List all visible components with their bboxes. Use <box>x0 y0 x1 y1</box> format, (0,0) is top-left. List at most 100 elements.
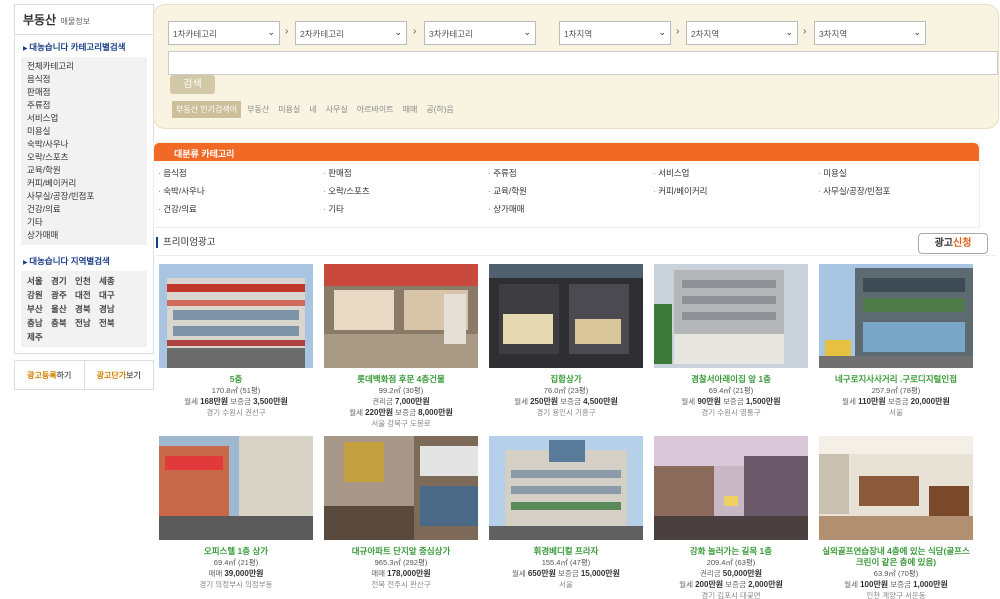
category-link[interactable]: 서비스업 <box>653 166 818 180</box>
category-link[interactable]: 교육/학원 <box>488 184 653 198</box>
category2-select[interactable]: 2차카테고리 ⌄ <box>295 21 407 45</box>
region-link[interactable]: 경기 <box>51 275 75 287</box>
listing-area: 99.2㎡ (30평) <box>378 386 424 395</box>
popular-keyword[interactable]: 부동산 <box>247 104 269 115</box>
ad-register-suffix: 하기 <box>56 370 72 380</box>
deposit-label: 보증금 <box>723 397 744 406</box>
category-link[interactable]: 숙박/사우나 <box>158 184 323 198</box>
region-link[interactable]: 충북 <box>51 317 75 329</box>
popular-keyword[interactable]: 네 <box>309 104 316 115</box>
ad-apply-button[interactable]: 광고신청 <box>918 233 988 254</box>
listing-card[interactable]: 경찰서아래이집 앞 1층 69.4㎡ (21평) 월세 90만원 보증금 1,5… <box>654 264 808 418</box>
listing-title: 롯데백화점 후문 4층건물 <box>357 374 445 384</box>
deposit-value: 15,000만원 <box>580 569 621 578</box>
region-link[interactable]: 대전 <box>75 289 99 301</box>
region-link[interactable]: 강원 <box>27 289 51 301</box>
listing-card[interactable]: 오피스텔 1층 상가 69.4㎡ (21평) 매매 39,000만원 경기 의정… <box>159 436 313 590</box>
popular-keyword[interactable]: 매매 <box>403 104 418 115</box>
deposit-value: 1,500만원 <box>745 397 781 406</box>
region-link[interactable]: 부산 <box>27 303 51 315</box>
category-link[interactable]: 사무실/공장/빈점포 <box>818 184 983 198</box>
region-link[interactable]: 충남 <box>27 317 51 329</box>
deposit-value: 8,000만원 <box>418 408 453 417</box>
listing-title: 강화 놀러가는 길목 1층 <box>689 546 773 556</box>
region-link[interactable]: 서울 <box>27 275 51 287</box>
region-link[interactable]: 세종 <box>99 275 123 287</box>
listing-photo <box>489 436 643 540</box>
sidebar-category-item[interactable]: 숙박/사우나 <box>27 138 141 151</box>
popular-keyword[interactable]: 사무실 <box>326 104 348 115</box>
listing-card[interactable]: 강화 놀러가는 길목 1층 209.4㎡ (63평) 권리금 50,000만원 … <box>654 436 808 599</box>
category-link[interactable]: 상가매매 <box>488 202 653 216</box>
listing-area: 965.3㎡ (292평) <box>374 558 428 567</box>
price-value: 39,000만원 <box>224 569 264 578</box>
listing-card[interactable]: 롯데백화점 후문 4층건물 99.2㎡ (30평) 권리금 7,000만원 월세… <box>324 264 478 429</box>
main-category-box: 대분류 카테고리 음식점 판매점 주류점 서비스업 미용실 숙박/사우나 오락/… <box>153 142 980 228</box>
ad-apply-prefix: 광고 <box>934 238 953 249</box>
listing-card[interactable]: 네구로지사사거리 .구로디지털인접 257.9㎡ (78평) 월세 110만원 … <box>819 264 973 418</box>
category-link[interactable]: 미용실 <box>818 166 983 180</box>
sidebar-category-item[interactable]: 주류점 <box>27 99 141 112</box>
deposit-value: 4,500만원 <box>583 397 618 406</box>
sidebar-category-item[interactable]: 미용실 <box>27 125 141 138</box>
listing-location: 경기 수원시 권선구 <box>206 408 266 417</box>
listing-price: 매매 178,000만원 <box>324 568 478 579</box>
premium-section-title: 프리미엄광고 <box>156 237 215 248</box>
region-link[interactable]: 인천 <box>75 275 99 287</box>
price-label: 월세 <box>844 580 858 589</box>
price-label: 매매 <box>208 569 223 578</box>
chevron-right-icon: › <box>676 26 680 37</box>
region-link[interactable]: 전북 <box>99 317 123 329</box>
deposit-label: 보증금 <box>887 397 909 406</box>
sidebar-category-item[interactable]: 음식점 <box>27 73 141 86</box>
category-link[interactable]: 주류점 <box>488 166 653 180</box>
category-link[interactable]: 음식점 <box>158 166 323 180</box>
sidebar-category-item[interactable]: 상가매매 <box>27 229 141 242</box>
region-link[interactable]: 제주 <box>27 331 51 343</box>
sidebar-category-item[interactable]: 오락/스포츠 <box>27 151 141 164</box>
region-link[interactable]: 전남 <box>75 317 99 329</box>
listing-price-2: 월세 220만원 보증금 8,000만원 <box>324 407 478 418</box>
popular-keyword[interactable]: 아르바이트 <box>357 104 394 115</box>
sidebar-category-item[interactable]: 사무실/공장/빈점포 <box>27 190 141 203</box>
sidebar-category-item[interactable]: 커피/베이커리 <box>27 177 141 190</box>
sidebar-category-item[interactable]: 교육/학원 <box>27 164 141 177</box>
listing-card[interactable]: 집합상가 76.0㎡ (23평) 월세 250만원 보증금 4,500만원 경기… <box>489 264 643 418</box>
listing-photo <box>324 436 478 540</box>
deposit-label: 보증금 <box>230 397 251 406</box>
region-link[interactable]: 광주 <box>51 289 75 301</box>
category-link[interactable]: 커피/베이커리 <box>653 184 818 198</box>
sidebar-category-item[interactable]: 판매점 <box>27 86 141 99</box>
sidebar-title: 부동산 <box>23 13 57 27</box>
popular-keyword[interactable]: 공(하)음 <box>426 104 453 115</box>
popular-keyword[interactable]: 미용실 <box>278 104 300 115</box>
sidebar-category-item[interactable]: 기타 <box>27 216 141 229</box>
category-link[interactable]: 판매점 <box>323 166 488 180</box>
ad-price-button[interactable]: 광고단가 보기 <box>83 361 154 389</box>
category-link[interactable]: 기타 <box>323 202 488 216</box>
sidebar-category-item[interactable]: 건강/의료 <box>27 203 141 216</box>
listing-card[interactable]: 실외골프연습장내 4층에 있는 식당(골프스크린이 같은 층에 있음) 63.9… <box>819 436 973 599</box>
region-link[interactable]: 경북 <box>75 303 99 315</box>
chevron-right-icon: › <box>413 26 417 37</box>
category3-select[interactable]: 3차카테고리 ⌄ <box>424 21 536 45</box>
listing-card[interactable]: 5층 170.8㎡ (51평) 월세 168만원 보증금 3,500만원 경기 … <box>159 264 313 418</box>
category1-select[interactable]: 1차카테고리 ⌄ <box>168 21 280 45</box>
region3-select[interactable]: 3차지역 ⌄ <box>814 21 926 45</box>
listing-photo <box>159 264 313 368</box>
region2-select[interactable]: 2차지역 ⌄ <box>686 21 798 45</box>
listing-card[interactable]: 휘경베디컬 프라자 155.4㎡ (47평) 월세 650만원 보증금 15,0… <box>489 436 643 590</box>
category-link[interactable]: 오락/스포츠 <box>323 184 488 198</box>
region-link[interactable]: 경남 <box>99 303 123 315</box>
search-input[interactable] <box>168 51 998 75</box>
region-link[interactable]: 대구 <box>99 289 123 301</box>
price2-value: 200만원 <box>695 580 724 589</box>
region1-select[interactable]: 1차지역 ⌄ <box>559 21 671 45</box>
region-link[interactable]: 울산 <box>51 303 75 315</box>
ad-register-button[interactable]: 광고등록 하기 <box>15 361 84 389</box>
search-button[interactable]: 검색 <box>170 75 215 94</box>
category-link[interactable]: 건강/의료 <box>158 202 323 216</box>
sidebar-category-item[interactable]: 서비스업 <box>27 112 141 125</box>
listing-card[interactable]: 대규아파트 단지앞 중심상가 965.3㎡ (292평) 매매 178,000만… <box>324 436 478 590</box>
sidebar-category-item[interactable]: 전체카테고리 <box>27 60 141 73</box>
